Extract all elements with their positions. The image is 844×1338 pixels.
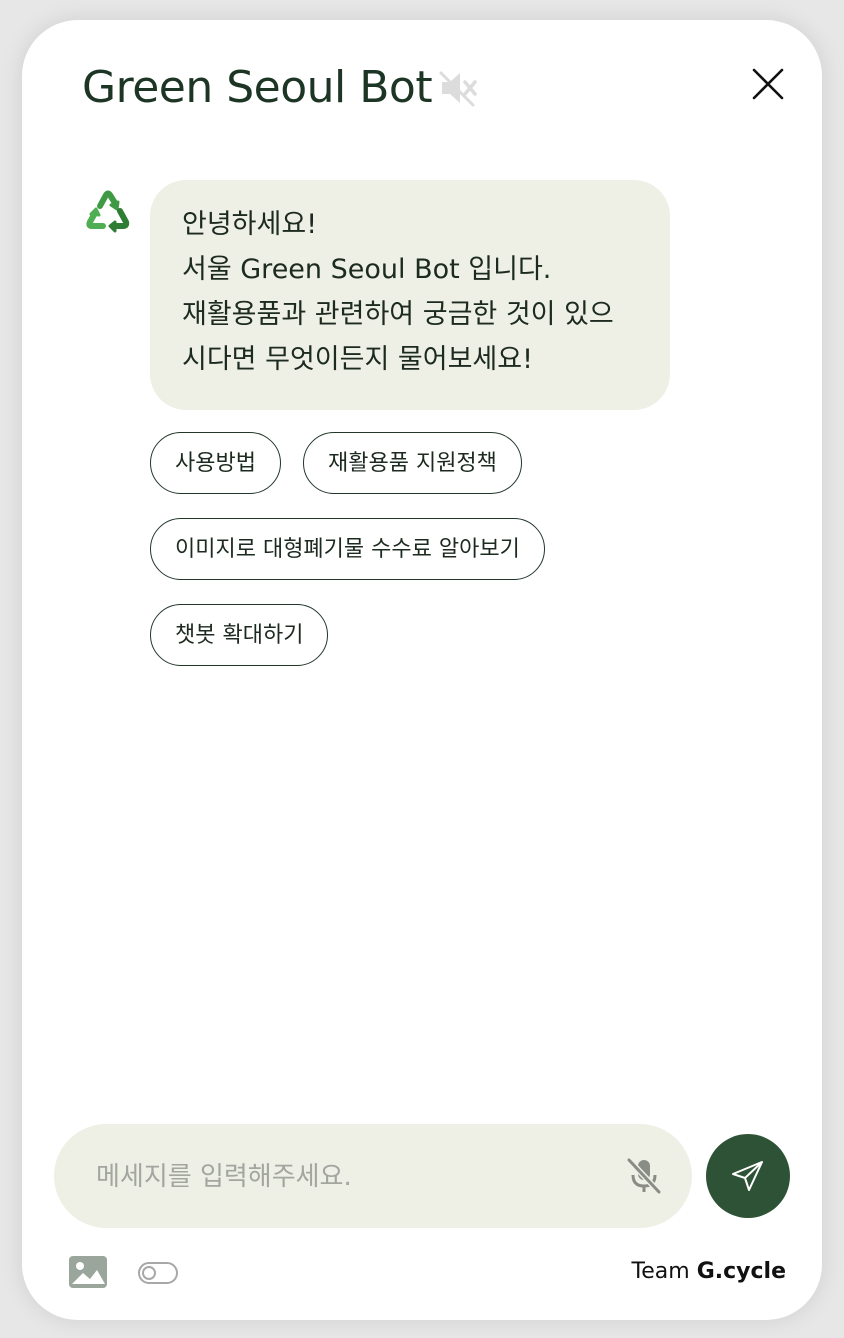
mic-off-icon[interactable] — [624, 1156, 664, 1196]
recycle-icon — [86, 190, 130, 233]
message-input[interactable] — [94, 1124, 598, 1230]
quick-reply-usage[interactable]: 사용방법 — [150, 432, 281, 494]
quick-reply-expand-chatbot[interactable]: 챗봇 확대하기 — [150, 604, 329, 666]
send-icon — [732, 1161, 763, 1191]
bot-message-line: 서울 Green Seoul Bot 입니다. — [182, 254, 552, 285]
credit-prefix: Team — [631, 1259, 690, 1284]
bot-message-line: 안녕하세요! — [182, 209, 318, 240]
speaker-muted-icon[interactable] — [438, 68, 478, 108]
bot-message-bubble: 안녕하세요! 서울 Green Seoul Bot 입니다. 재활용품과 관련하… — [150, 180, 670, 410]
close-icon[interactable] — [752, 68, 784, 100]
toggle-knob — [142, 1266, 156, 1280]
mode-toggle[interactable] — [138, 1262, 178, 1284]
credit-team-name: G.cycle — [696, 1259, 786, 1284]
team-credit: Team G.cycle — [622, 1256, 786, 1288]
send-button[interactable] — [706, 1134, 790, 1218]
message-input-bar — [54, 1124, 692, 1230]
page-title: Green Seoul Bot — [82, 62, 433, 113]
quick-reply-bulky-waste-fee[interactable]: 이미지로 대형폐기물 수수료 알아보기 — [150, 518, 545, 580]
image-icon[interactable] — [68, 1254, 108, 1290]
bot-message-line: 재활용품과 관련하여 궁금한 것이 있으 — [182, 299, 614, 330]
bot-message-line: 시다면 무엇이든지 물어보세요! — [182, 344, 533, 375]
chatbot-panel: Green Seoul Bot 안녕하세요! 서울 Green Seoul Bo… — [22, 20, 822, 1320]
quick-reply-recycling-policy[interactable]: 재활용품 지원정책 — [303, 432, 522, 494]
